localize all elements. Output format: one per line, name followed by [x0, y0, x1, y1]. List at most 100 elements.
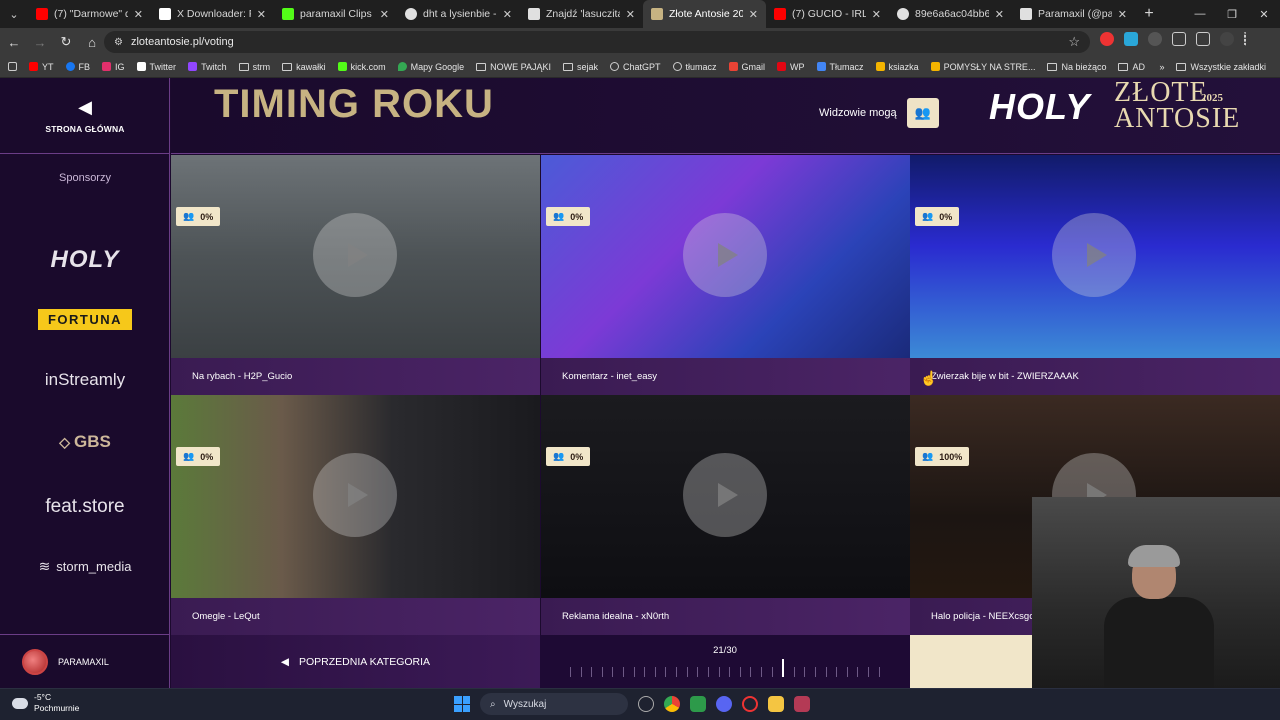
progress-tick: [750, 667, 752, 677]
bookmark-item[interactable]: WP: [771, 62, 811, 72]
close-tab-icon[interactable]: ✕: [134, 8, 143, 21]
bookmark-item[interactable]: ksiazka: [870, 62, 925, 72]
close-tab-icon[interactable]: ✕: [749, 8, 758, 21]
profile-avatar-icon[interactable]: [1220, 32, 1234, 46]
browser-tab-active[interactable]: Złote Antosie 2025 -✕: [643, 0, 766, 28]
bookmark-item[interactable]: tłumacz: [667, 62, 723, 72]
media-control-icon[interactable]: [1196, 32, 1210, 46]
bookmarks-bar: YT FB IG Twitter Twitch strm kawałki kic…: [0, 56, 1280, 78]
bookmark-folder[interactable]: AD: [1112, 62, 1151, 72]
browser-tab[interactable]: Paramaxil (@parama✕: [1012, 0, 1135, 28]
ideas-icon: [930, 62, 940, 71]
bookmark-item[interactable]: Twitch: [182, 62, 233, 72]
play-icon[interactable]: [683, 213, 767, 297]
home-icon[interactable]: ⌂: [80, 30, 104, 54]
progress-tick: [707, 667, 709, 677]
close-tab-icon[interactable]: ✕: [1118, 8, 1127, 21]
close-tab-icon[interactable]: ✕: [380, 8, 389, 21]
x-favicon-icon: [159, 8, 171, 20]
bookmark-item[interactable]: POMYSŁY NA STRE...: [925, 62, 1042, 72]
clip-card[interactable]: 👥 0% Na rybach - H2P_Gucio: [171, 155, 540, 395]
close-tab-icon[interactable]: ✕: [626, 8, 635, 21]
restore-icon[interactable]: ❐: [1216, 0, 1248, 28]
browser-tab[interactable]: paramaxil Clips - Wa✕: [274, 0, 397, 28]
viewers-voting-toggle[interactable]: Widzowie mogą 👥: [819, 98, 939, 128]
sponsor-fortuna-logo[interactable]: FORTUNA: [0, 309, 170, 330]
play-icon[interactable]: [313, 453, 397, 537]
shield-app-icon[interactable]: [690, 696, 706, 712]
close-tab-icon[interactable]: ✕: [872, 8, 881, 21]
user-profile[interactable]: PARAMAXIL: [0, 634, 170, 688]
browser-tab[interactable]: dht a lysienbie - Szuk✕: [397, 0, 520, 28]
close-tab-icon[interactable]: ✕: [995, 8, 1004, 21]
browser-tab[interactable]: Znajdź 'lasuczita' na✕: [520, 0, 643, 28]
browser-tab[interactable]: (7) "Darmowe" domy✕: [28, 0, 151, 28]
play-icon[interactable]: [1052, 213, 1136, 297]
tab-search-icon[interactable]: ⌄: [0, 0, 28, 28]
clip-card[interactable]: 👥 0% Omegle - LeQut: [171, 395, 540, 635]
file-explorer-icon[interactable]: [768, 696, 784, 712]
bookmark-folder[interactable]: sejak: [557, 62, 604, 72]
bookmark-item[interactable]: Mapy Google: [392, 62, 471, 72]
browser-tab[interactable]: 89e6a6ac04bb60a51f✕: [889, 0, 1012, 28]
progress-tick: [570, 667, 571, 677]
adblock-extension-icon[interactable]: [1148, 32, 1162, 46]
browser-tab[interactable]: (7) GUCIO - IRL DRUI✕: [766, 0, 889, 28]
all-bookmarks-folder[interactable]: Wszystkie zakładki: [1170, 62, 1272, 72]
home-link[interactable]: ◀ STRONA GŁÓWNA: [0, 78, 170, 154]
reload-icon[interactable]: ↻: [54, 30, 78, 54]
clip-card[interactable]: 👥 0% Zwierzak bije w bit - ZWIERZAAAK: [910, 155, 1280, 395]
bookmark-item[interactable]: kick.com: [332, 62, 392, 72]
play-icon[interactable]: [683, 453, 767, 537]
twitch-icon: [188, 62, 198, 71]
extensions-icon[interactable]: [1172, 32, 1186, 46]
users-icon[interactable]: 👥: [906, 98, 939, 128]
translate-extension-icon[interactable]: [1124, 32, 1138, 46]
chevron-right-icon[interactable]: »: [1153, 62, 1170, 72]
bookmark-folder[interactable]: kawałki: [276, 62, 332, 72]
sponsor-instreamly-logo[interactable]: inStreamly: [0, 370, 170, 390]
sponsor-gbs-logo[interactable]: ◇ GBS: [0, 432, 170, 452]
sponsor-featstore-logo[interactable]: feat.store: [0, 496, 170, 518]
close-window-icon[interactable]: ✕: [1248, 0, 1280, 28]
forward-icon[interactable]: →: [28, 30, 52, 54]
minimize-icon[interactable]: —: [1184, 0, 1216, 28]
widgets-icon[interactable]: [638, 696, 654, 712]
bookmark-folder[interactable]: NOWE PAJĄKI: [470, 62, 557, 72]
play-icon[interactable]: [313, 213, 397, 297]
chrome-icon[interactable]: [664, 696, 680, 712]
bookmark-folder[interactable]: Na bieżąco: [1041, 62, 1112, 72]
address-bar[interactable]: ⚙ zloteantosie.pl/voting ☆: [104, 31, 1090, 53]
apps-grid-icon[interactable]: [0, 62, 23, 71]
obs-app-icon[interactable]: [794, 696, 810, 712]
bookmark-item[interactable]: Twitter: [131, 62, 183, 72]
sponsor-stormmedia-logo[interactable]: ≋ storm_media: [0, 558, 170, 575]
close-tab-icon[interactable]: ✕: [503, 8, 512, 21]
weather-widget[interactable]: -5°C Pochmurnie: [12, 692, 79, 714]
sponsor-holy-logo[interactable]: HOLY: [0, 246, 170, 274]
previous-category-button[interactable]: ◀ POPRZEDNIA KATEGORIA: [171, 635, 540, 688]
browser-toolbar: ← → ↻ ⌂ ⚙ zloteantosie.pl/voting ☆: [0, 28, 1280, 56]
bookmark-item[interactable]: FB: [60, 62, 97, 72]
back-icon[interactable]: ←: [2, 30, 26, 54]
clip-card[interactable]: 👥 0% Reklama idealna - xN0rth: [541, 395, 910, 635]
bookmark-item[interactable]: YT: [23, 62, 60, 72]
discord-icon[interactable]: [716, 696, 732, 712]
bookmark-item[interactable]: Tłumacz: [811, 62, 870, 72]
bookmark-folder[interactable]: strm: [233, 62, 277, 72]
bookmark-item[interactable]: ChatGPT: [604, 62, 667, 72]
taskbar-search[interactable]: ⌕ Wyszukaj: [480, 693, 628, 715]
close-tab-icon[interactable]: ✕: [257, 8, 266, 21]
browser-tab[interactable]: X Downloader: Free T✕: [151, 0, 274, 28]
windows-start-icon[interactable]: [454, 696, 470, 712]
menu-dots-icon[interactable]: [1244, 32, 1246, 46]
site-info-icon[interactable]: ⚙: [114, 37, 123, 48]
record-extension-icon[interactable]: [1100, 32, 1114, 46]
clip-card[interactable]: 👥 0% Komentarz - inet_easy: [541, 155, 910, 395]
bookmark-item[interactable]: Gmail: [723, 62, 772, 72]
sponsors-heading: Sponsorzy: [59, 172, 111, 184]
opera-icon[interactable]: [742, 696, 758, 712]
new-tab-button[interactable]: +: [1135, 5, 1163, 23]
bookmark-star-icon[interactable]: ☆: [1068, 34, 1080, 50]
bookmark-item[interactable]: IG: [96, 62, 131, 72]
